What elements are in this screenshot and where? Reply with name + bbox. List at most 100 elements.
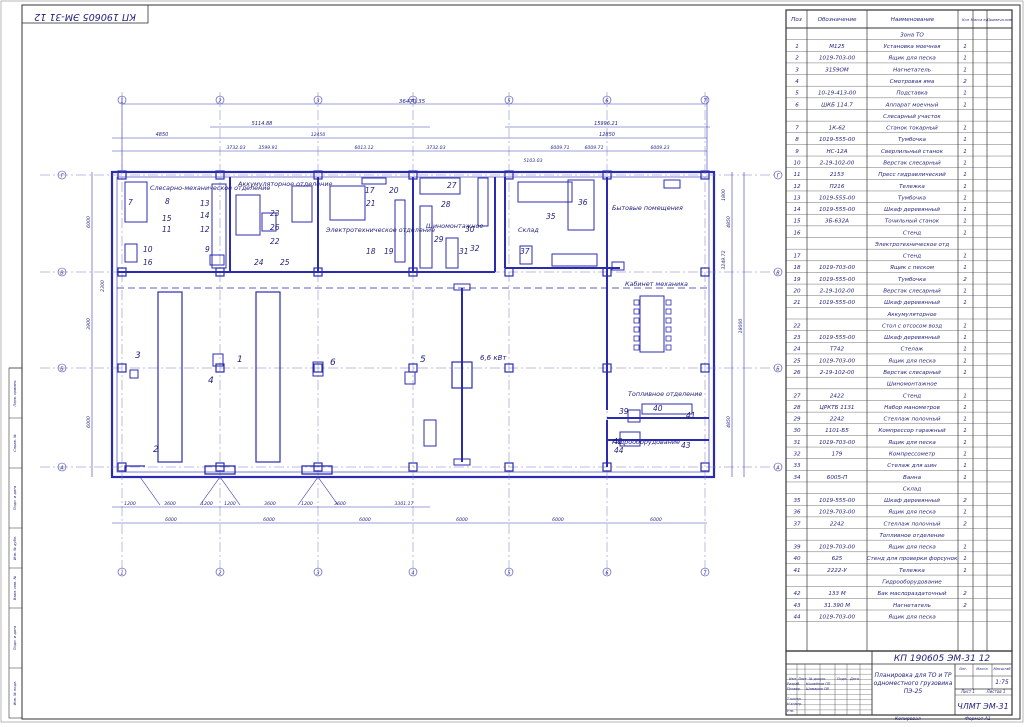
item-number: 15 (162, 214, 172, 223)
bom-name: Ящик для песка (887, 358, 936, 364)
bom-name: Стенд для проверки форсунок (867, 556, 958, 562)
bom-code: 31.390 М (824, 603, 850, 609)
bom-name: Стеллаж полочный (883, 417, 940, 423)
bom-code: 1019-555-00 (819, 277, 856, 283)
svg-text:В: В (60, 270, 64, 276)
bom-qty: 1 (963, 545, 967, 551)
dim-bay: 6000 (552, 517, 564, 523)
bom-name: Ящик для песка (887, 510, 936, 516)
bom-code: 1019-555-00 (819, 207, 856, 213)
bom-qty: 1 (963, 172, 967, 178)
col-lit: Лит. (958, 667, 967, 671)
bom-pos: 20 (793, 289, 801, 295)
bom-code: 2422 (830, 393, 845, 399)
stamp-label: № докум. (808, 677, 826, 681)
bom-pos: 16 (793, 230, 801, 236)
col-mass: Масса (976, 667, 987, 671)
item-number: 5 (420, 355, 426, 365)
item-number: 29 (434, 235, 444, 244)
bom-header-5: Примеча-ние (987, 18, 1013, 22)
item-number: 41 (686, 411, 696, 420)
bom-qty: 2 (963, 521, 967, 527)
side-strip-label: Инв. № подл. (13, 681, 17, 706)
item-number: 3 (135, 351, 141, 361)
bom-name: Шкаф деревянный (884, 335, 940, 341)
format-label: Формат А1 (965, 716, 991, 722)
corner-code-text: КП 190605 ЭМ-31 12 (34, 11, 136, 22)
bom-code: Т742 (830, 347, 845, 353)
bom-qty: 1 (963, 451, 967, 457)
stamp-label: Т.контр. (787, 697, 802, 701)
dim-bottom: 3301.17 (395, 501, 414, 507)
drawing-canvas: КП 190605 ЭМ-31 12 Перв. примен. Справ. №… (0, 0, 1024, 723)
bom-code: 10-19-413-00 (818, 91, 857, 97)
bom-qty: 1 (963, 370, 967, 376)
bom-pos: 23 (793, 335, 801, 341)
dim-bottom: 1200 (201, 501, 213, 507)
item-number: 27 (447, 181, 457, 190)
item-number: 6 (330, 358, 336, 368)
bom-pos: 31 (793, 440, 800, 446)
side-strip-label: Инв. № дубл. (13, 536, 17, 561)
bom-code: 6005-П (827, 475, 848, 481)
stamp-label: Н.контр. (787, 702, 802, 706)
dim-side: 18000 (738, 319, 744, 334)
dim-side: 2300 (100, 280, 106, 292)
item-number: 40 (653, 404, 663, 413)
bom-pos: 18 (793, 265, 801, 271)
title-scale: 1:75 (995, 679, 1009, 686)
dim-bottom: 3600 (164, 501, 176, 507)
bom-code: М125 (829, 44, 845, 50)
dim-sub-8: 6009.71 (585, 145, 604, 151)
bom-code: 1019-703-00 (819, 614, 856, 620)
bom-name: Стелаж для шин (887, 463, 937, 469)
item-number: 20 (389, 186, 399, 195)
dim-side: 6000 (86, 416, 92, 428)
bom-pos: 24 (793, 347, 801, 353)
stamp-label: Лист (797, 677, 808, 681)
bom-qty: 1 (963, 358, 967, 364)
bom-pos: 17 (793, 254, 801, 260)
bom-section-row: Аккумуляторное (886, 312, 937, 318)
bom-code: ШКБ 114.7 (821, 102, 853, 108)
bom-pos: 37 (793, 521, 801, 527)
bom-name: Гидрооборудование (882, 580, 942, 586)
title-line-3: ПЭ-25 (904, 688, 923, 695)
bom-pos: 35 (793, 498, 801, 504)
dim-side: 4850 (726, 416, 732, 428)
item-number: 22 (270, 237, 280, 246)
bom-qty: 1 (963, 207, 967, 213)
bom-code: НС-12А (826, 149, 847, 155)
bom-header-2: Наименование (891, 17, 935, 23)
bom-code: П216 (830, 184, 845, 190)
item-number: 39 (619, 407, 629, 416)
bom-code: 2153 (830, 172, 845, 178)
bom-qty: 2 (963, 277, 967, 283)
bom-name: Шкаф деревянный (884, 498, 940, 504)
svg-text:В: В (776, 270, 780, 276)
bom-code: 1101-Б5 (825, 428, 849, 434)
bom-qty: 1 (963, 219, 967, 225)
bom-pos: 28 (793, 405, 801, 411)
bom-qty: 1 (963, 428, 967, 434)
bom-section-row: Зона ТО (900, 32, 924, 38)
dim-bay: 6000 (263, 517, 275, 523)
bom-qty: 1 (963, 475, 967, 481)
bom-name: Компрессометр (889, 451, 936, 457)
dim-top-4: 15996.21 (594, 121, 618, 127)
bom-qty: 1 (963, 254, 967, 260)
sheet-border (0, 0, 1024, 723)
bom-code: 1019-703-00 (819, 265, 856, 271)
side-strip-label: Взам. инв. № (13, 576, 17, 601)
title-line-1: Планировка для ТО и ТР (875, 672, 952, 679)
bom-qty: 1 (963, 44, 967, 50)
bom-name: Аккумуляторное (886, 312, 937, 318)
bom-pos: 5 (795, 91, 799, 97)
bom-pos: 36 (793, 510, 801, 516)
item-number: 10 (143, 245, 153, 254)
bom-pos: 22 (793, 323, 801, 329)
bom-code: 133 М (828, 591, 845, 597)
item-number: 44 (614, 446, 624, 455)
bom-pos: 13 (793, 195, 801, 201)
side-strip-label: Подп. и дата (13, 486, 17, 510)
